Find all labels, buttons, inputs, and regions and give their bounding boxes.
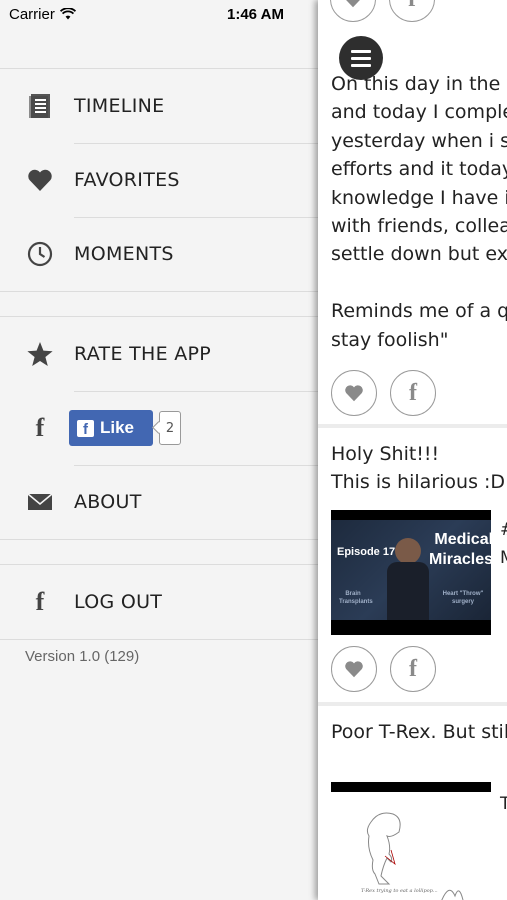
like-button[interactable] <box>331 370 377 416</box>
presenter-figure <box>395 538 421 564</box>
post-line: with friends, collea <box>331 215 507 238</box>
feed-panel[interactable]: f On this day in the y and today I compl… <box>318 0 507 900</box>
image-caption: T-Rex trying to eat a lollipop... <box>361 888 438 894</box>
menu-item-label: ABOUT <box>74 491 142 513</box>
episode-label: Episode 17 <box>337 546 396 558</box>
facebook-icon: f <box>409 655 417 682</box>
presenter-body <box>387 562 429 620</box>
menu-item-label: RATE THE APP <box>74 343 212 365</box>
video-thumbnail[interactable]: Episode 17 Medical Miracles Brain Transp… <box>331 510 491 635</box>
post-card: Poor T-Rex. But stil T-Rex trying to eat… <box>318 706 507 900</box>
facebook-icon: f <box>409 379 417 406</box>
star-icon <box>26 340 54 368</box>
post-line: settle down but exp <box>331 243 507 266</box>
post-line <box>331 269 507 297</box>
facebook-logo-icon: f <box>77 419 94 438</box>
thumbnail-image: Episode 17 Medical Miracles Brain Transp… <box>331 520 491 620</box>
facebook-like-widget: f Like 2 <box>69 410 181 446</box>
post-line: efforts and it today <box>331 158 507 181</box>
post-line: knowledge I have is <box>331 186 507 209</box>
post-text: Poor T-Rex. But stil <box>331 718 507 746</box>
clock-icon <box>26 240 54 268</box>
menu-item-label: MOMENTS <box>74 243 174 265</box>
thumbnail-title-line: Medical <box>434 531 491 548</box>
app-version: Version 1.0 (129) <box>25 648 140 665</box>
like-count-bubble: 2 <box>159 411 181 445</box>
like-label: Like <box>100 418 135 437</box>
thumbnail-caption-right: Heart "Throw" surgery <box>442 591 484 605</box>
post-text: Holy Shit!!! This is hilarious :D:D <box>331 440 507 497</box>
menu-item-favorites[interactable]: FAVORITES <box>0 143 322 217</box>
share-facebook-button[interactable]: f <box>390 370 436 416</box>
menu-item-rate-the-app[interactable]: RATE THE APP <box>0 317 322 391</box>
menu-item-label: LOG OUT <box>74 591 163 613</box>
hamburger-line <box>351 63 371 67</box>
post-text: On this day in the y and today I comple … <box>331 70 507 354</box>
trex-drawing <box>366 812 464 900</box>
envelope-icon <box>26 488 54 516</box>
menu-item-label: FAVORITES <box>74 169 180 191</box>
menu-item-about[interactable]: ABOUT <box>0 465 322 539</box>
thumbnail-title: Medical Miracles <box>429 530 491 570</box>
facebook-icon: f <box>408 0 416 13</box>
post-card: Holy Shit!!! This is hilarious :D:D Epis… <box>318 428 507 702</box>
post-line: stay foolish" <box>331 328 449 351</box>
heart-icon <box>346 0 360 8</box>
timeline-icon <box>26 92 54 120</box>
hamburger-line <box>351 49 371 53</box>
menu-group-primary: TIMELINE FAVORITES MOMENTS <box>0 68 322 292</box>
side-menu: TIMELINE FAVORITES MOMENTS RATE THE APP … <box>0 0 322 900</box>
post-subtitle-peek: M <box>500 548 507 568</box>
menu-group-account: f LOG OUT <box>0 564 322 640</box>
facebook-like-button[interactable]: f Like <box>69 410 153 446</box>
menu-item-facebook-like: f f Like 2 <box>0 391 322 465</box>
menu-item-moments[interactable]: MOMENTS <box>0 217 322 291</box>
image-thumbnail[interactable]: T-Rex trying to eat a lollipop... <box>331 782 491 900</box>
menu-item-timeline[interactable]: TIMELINE <box>0 69 322 143</box>
post-line: Poor T-Rex. But stil <box>331 721 507 743</box>
facebook-icon: f <box>35 413 45 442</box>
post-line: and today I comple <box>331 101 507 124</box>
thumbnail-caption-left: Brain Transplants <box>339 591 373 605</box>
facebook-icon: f <box>35 587 45 616</box>
post-title-peek: T <box>500 794 507 814</box>
post-line: This is hilarious :D:D <box>331 471 507 494</box>
heart-icon <box>345 661 363 678</box>
share-facebook-button[interactable]: f <box>390 646 436 692</box>
menu-toggle-button[interactable] <box>339 36 383 80</box>
hamburger-line <box>351 56 371 60</box>
post-line: Reminds me of a q <box>331 300 507 323</box>
heart-icon <box>345 385 363 402</box>
post-title-peek: # <box>500 520 507 540</box>
menu-item-label: TIMELINE <box>74 95 165 117</box>
like-count: 2 <box>165 420 175 436</box>
menu-group-secondary: RATE THE APP f f Like 2 ABOUT <box>0 316 322 540</box>
heart-icon <box>26 166 54 194</box>
post-line: Holy Shit!!! <box>331 443 440 465</box>
post-line: yesterday when i st <box>331 129 507 152</box>
menu-item-log-out[interactable]: f LOG OUT <box>0 565 322 639</box>
thumbnail-title-line: Miracles <box>429 551 491 568</box>
like-button[interactable] <box>330 0 376 22</box>
like-button[interactable] <box>331 646 377 692</box>
share-facebook-button[interactable]: f <box>389 0 435 22</box>
